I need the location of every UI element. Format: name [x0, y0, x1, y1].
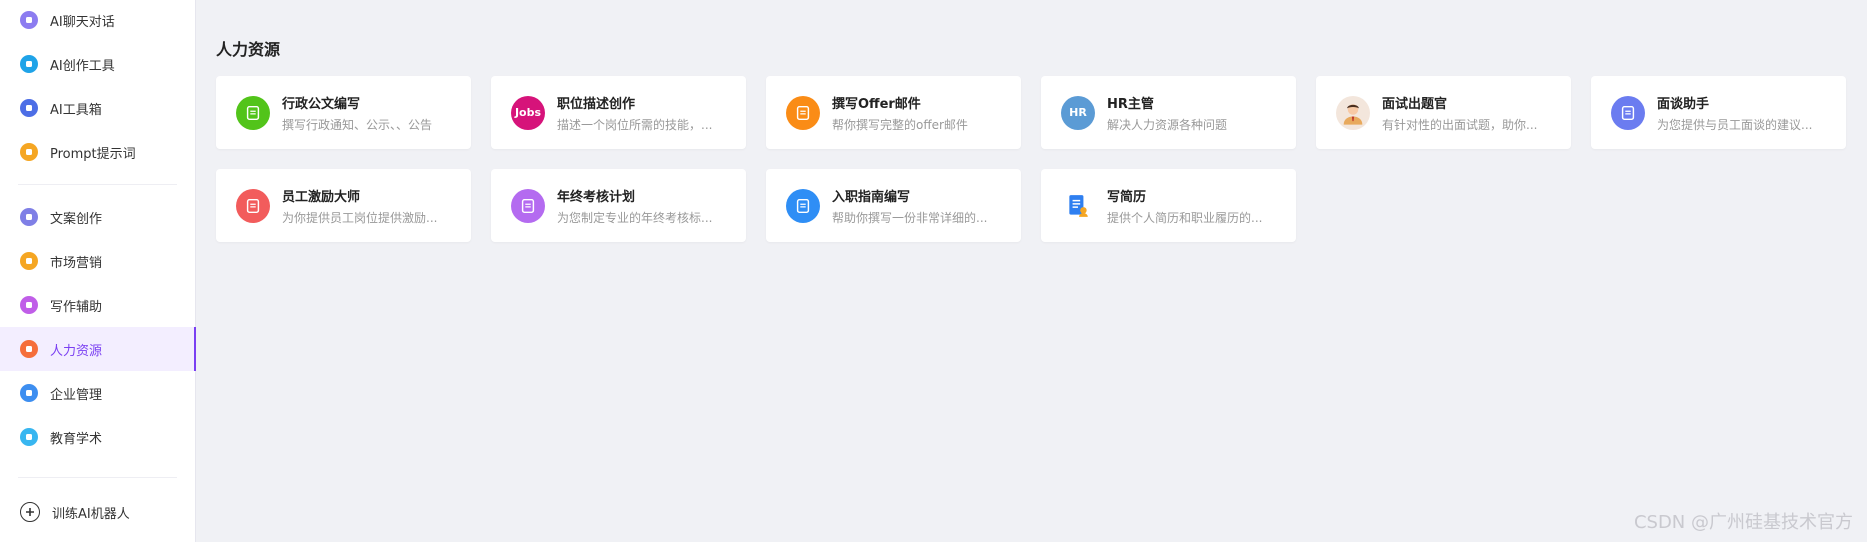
sidebar-item[interactable]: AI聊天对话	[0, 0, 195, 42]
marketing-icon	[20, 252, 38, 270]
tool-card-text: HR主管解决人力资源各种问题	[1107, 93, 1227, 133]
tool-card-title: 写简历	[1107, 189, 1147, 205]
tool-card-title: HR主管	[1107, 96, 1154, 112]
tool-card-text: 入职指南编写帮助你撰写一份非常详细的...	[832, 186, 987, 226]
tool-card-text: 撰写Offer邮件帮你撰写完整的offer邮件	[832, 93, 968, 133]
tool-card[interactable]: 入职指南编写帮助你撰写一份非常详细的...	[766, 169, 1021, 242]
sidebar-item-label: AI创作工具	[50, 58, 115, 74]
tool-card-text: 行政公文编写撰写行政通知、公示、、公告	[282, 93, 432, 133]
section-title: 人力资源	[216, 40, 281, 59]
hr-icon	[20, 340, 38, 358]
tool-card-text: 职位描述创作描述一个岗位所需的技能，...	[557, 93, 712, 133]
tool-card-description: 为您提供与员工面谈的建议...	[1657, 117, 1813, 132]
sidebar-item-label: 企业管理	[50, 387, 103, 403]
tool-card-title: 入职指南编写	[832, 189, 911, 205]
sidebar-item[interactable]: AI工具箱	[0, 86, 195, 130]
tool-card-title: 职位描述创作	[557, 96, 636, 112]
sidebar-item-label: AI聊天对话	[50, 14, 115, 30]
tool-card[interactable]: 撰写Offer邮件帮你撰写完整的offer邮件	[766, 76, 1021, 149]
tool-card-description: 帮你撰写完整的offer邮件	[832, 117, 968, 132]
sidebar-item-label: 市场营销	[50, 255, 103, 271]
main-content: 人力资源 行政公文编写撰写行政通知、公示、、公告 Jobs 职位描述创作描述一个岗位…	[196, 0, 1867, 542]
watermark: CSDN @广州硅基技术官方	[1633, 512, 1853, 533]
tool-card-title: 面试出题官	[1382, 96, 1448, 112]
sidebar-item-label: 教育学术	[50, 431, 103, 447]
sidebar-item[interactable]: 人力资源	[0, 327, 196, 371]
resume-icon	[1061, 188, 1095, 223]
sidebar-item[interactable]: 写作辅助	[0, 283, 195, 327]
tool-card[interactable]: 员工激励大师为你提供员工岗位提供激励...	[216, 169, 471, 242]
tool-card-description: 提供个人简历和职业履历的...	[1107, 210, 1263, 225]
sidebar-item[interactable]: 企业管理	[0, 371, 195, 415]
tool-card-text: 面谈助手为您提供与员工面谈的建议...	[1657, 93, 1812, 133]
tool-card-description: 有针对性的出面试题，助你...	[1382, 117, 1538, 132]
tool-card-title: 撰写Offer邮件	[832, 96, 921, 112]
tool-card[interactable]: 年终考核计划为您制定专业的年终考核标...	[491, 169, 746, 242]
chat-bubble-icon	[20, 11, 38, 29]
thumbs-up-icon	[236, 188, 270, 223]
tool-card-description: 撰写行政通知、公示、、公告	[282, 117, 433, 132]
sidebar-divider	[18, 477, 177, 478]
sidebar-item[interactable]: 文案创作	[0, 195, 195, 239]
offer-mail-icon	[786, 95, 820, 130]
education-icon	[20, 428, 38, 446]
interviewer-avatar-icon	[1336, 95, 1370, 130]
enterprise-icon	[20, 384, 38, 402]
assessment-icon	[511, 188, 545, 223]
tool-card[interactable]: 面谈助手为您提供与员工面谈的建议...	[1591, 76, 1846, 149]
interview-note-icon	[1611, 95, 1645, 130]
hr-badge-icon: HR	[1061, 95, 1095, 130]
tool-card-text: 写简历提供个人简历和职业履历的...	[1107, 186, 1262, 226]
sidebar-category-nav: 文案创作市场营销写作辅助人力资源企业管理教育学术	[0, 195, 196, 459]
pen-icon	[20, 55, 38, 73]
tool-card-text: 面试出题官有针对性的出面试题，助你...	[1382, 93, 1537, 133]
tool-card[interactable]: 行政公文编写撰写行政通知、公示、、公告	[216, 76, 471, 149]
tool-card-description: 解决人力资源各种问题	[1107, 117, 1228, 132]
train-ai-bot-button[interactable]: 训练AI机器人	[0, 490, 195, 534]
sidebar-divider	[18, 184, 177, 185]
jobs-icon: Jobs	[511, 95, 545, 130]
tool-card-description: 为你提供员工岗位提供激励...	[282, 210, 438, 225]
tool-card-description: 描述一个岗位所需的技能，...	[557, 117, 713, 132]
sidebar-item-label: 人力资源	[50, 343, 103, 359]
tool-card-title: 年终考核计划	[557, 189, 636, 205]
sidebar-item[interactable]: 市场营销	[0, 239, 195, 283]
document-icon	[236, 95, 270, 130]
writing-icon	[20, 296, 38, 314]
layers-icon	[20, 99, 38, 117]
tool-card-title: 面谈助手	[1657, 96, 1710, 112]
tool-card[interactable]: 写简历提供个人简历和职业履历的...	[1041, 169, 1296, 242]
tool-card-title: 行政公文编写	[282, 96, 361, 112]
app-root: AI聊天对话 AI创作工具 AI工具箱 Prompt提示词 文案创作 市场营销 写作辅助人…	[0, 0, 1867, 542]
sidebar-top-nav: AI聊天对话 AI创作工具 AI工具箱 Prompt提示词	[0, 0, 195, 174]
plus-circle-icon	[20, 502, 40, 522]
copywriting-icon	[20, 208, 38, 226]
sidebar-item[interactable]: Prompt提示词	[0, 130, 195, 174]
tool-card-description: 帮助你撰写一份非常详细的...	[832, 210, 988, 225]
tool-card-title: 员工激励大师	[282, 189, 361, 205]
tool-card[interactable]: HR HR主管解决人力资源各种问题	[1041, 76, 1296, 149]
tool-card[interactable]: Jobs 职位描述创作描述一个岗位所需的技能，...	[491, 76, 746, 149]
sidebar-item-label: 文案创作	[50, 211, 103, 227]
tool-card-text: 年终考核计划为您制定专业的年终考核标...	[557, 186, 712, 226]
tool-card-grid: 行政公文编写撰写行政通知、公示、、公告 Jobs 职位描述创作描述一个岗位所需的技能…	[216, 76, 1867, 242]
sidebar-item[interactable]: 教育学术	[0, 415, 195, 459]
sidebar-item-label: AI工具箱	[50, 102, 102, 118]
tool-card-description: 为您制定专业的年终考核标...	[557, 210, 713, 225]
sidebar-item-label: 写作辅助	[50, 299, 103, 315]
sidebar-item-label: Prompt提示词	[50, 146, 136, 162]
prompt-icon	[20, 143, 38, 161]
tool-card[interactable]: 面试出题官有针对性的出面试题，助你...	[1316, 76, 1571, 149]
sidebar-item[interactable]: AI创作工具	[0, 42, 195, 86]
train-ai-bot-label: 训练AI机器人	[52, 506, 130, 522]
onboarding-icon	[786, 188, 820, 223]
sidebar: AI聊天对话 AI创作工具 AI工具箱 Prompt提示词 文案创作市场营销写作辅助人…	[0, 0, 196, 542]
tool-card-text: 员工激励大师为你提供员工岗位提供激励...	[282, 186, 437, 226]
